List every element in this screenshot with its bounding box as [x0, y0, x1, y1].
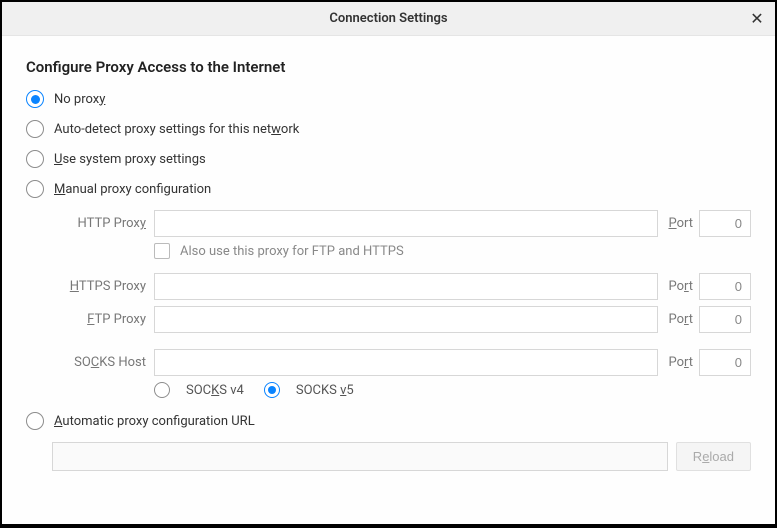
socks-v5-label: SOCKS v5 — [296, 383, 354, 398]
auto-detect-label: Auto-detect proxy settings for this netw… — [54, 122, 299, 137]
http-port-input[interactable] — [699, 210, 751, 237]
ftp-proxy-row: FTP Proxy Port — [52, 306, 751, 333]
http-proxy-label: HTTP Proxy — [52, 216, 154, 231]
auto-url-input-row: Reload — [52, 442, 751, 471]
https-port-label: Port — [668, 279, 693, 294]
https-proxy-row: HTTPS Proxy Port — [52, 273, 751, 300]
ftp-proxy-label: FTP Proxy — [52, 312, 154, 327]
also-use-proxy-label: Also use this proxy for FTP and HTTPS — [180, 244, 404, 259]
section-heading: Configure Proxy Access to the Internet — [26, 58, 751, 76]
window-title: Connection Settings — [329, 11, 447, 26]
socks-v4-label: SOCKS v4 — [186, 383, 244, 398]
close-button[interactable]: ✕ — [747, 9, 767, 29]
http-proxy-row: HTTP Proxy Port — [52, 210, 751, 237]
http-proxy-input[interactable] — [154, 210, 658, 237]
https-port-input[interactable] — [699, 273, 751, 300]
also-use-proxy-row[interactable]: Also use this proxy for FTP and HTTPS — [154, 243, 751, 259]
no-proxy-row[interactable]: No proxy — [26, 90, 751, 108]
https-proxy-label: HTTPS Proxy — [52, 279, 154, 294]
auto-config-url-input[interactable] — [52, 442, 668, 471]
manual-proxy-label: Manual proxy configuration — [54, 182, 211, 197]
titlebar: Connection Settings ✕ — [2, 2, 775, 36]
close-icon: ✕ — [750, 9, 763, 29]
socks-port-label: Port — [668, 355, 693, 370]
connection-settings-window: Connection Settings ✕ Configure Proxy Ac… — [2, 2, 775, 524]
system-proxy-radio[interactable] — [26, 150, 44, 168]
socks-port-input[interactable] — [699, 349, 751, 376]
socks-host-row: SOCKS Host Port — [52, 349, 751, 376]
auto-config-url-radio[interactable] — [26, 412, 44, 430]
system-proxy-label: Use system proxy settings — [54, 152, 206, 167]
also-use-proxy-checkbox[interactable] — [154, 243, 170, 259]
auto-detect-radio[interactable] — [26, 120, 44, 138]
manual-proxy-form: HTTP Proxy Port Also use this proxy for … — [52, 210, 751, 398]
manual-proxy-radio[interactable] — [26, 180, 44, 198]
socks-v4-radio[interactable] — [154, 382, 170, 398]
manual-proxy-row[interactable]: Manual proxy configuration — [26, 180, 751, 198]
https-proxy-input[interactable] — [154, 273, 658, 300]
http-port-label: Port — [668, 216, 693, 231]
no-proxy-label: No proxy — [54, 92, 105, 107]
ftp-proxy-input[interactable] — [154, 306, 658, 333]
system-proxy-row[interactable]: Use system proxy settings — [26, 150, 751, 168]
socks-version-row: SOCKS v4 SOCKS v5 — [154, 382, 751, 398]
ftp-port-input[interactable] — [699, 306, 751, 333]
ftp-port-label: Port — [668, 312, 693, 327]
auto-config-url-label: Automatic proxy configuration URL — [54, 414, 255, 429]
socks-v5-radio[interactable] — [264, 382, 280, 398]
reload-button[interactable]: Reload — [676, 442, 751, 471]
content-area: Configure Proxy Access to the Internet N… — [2, 36, 775, 524]
auto-detect-row[interactable]: Auto-detect proxy settings for this netw… — [26, 120, 751, 138]
socks-host-label: SOCKS Host — [52, 355, 154, 370]
no-proxy-radio[interactable] — [26, 90, 44, 108]
auto-config-url-row[interactable]: Automatic proxy configuration URL — [26, 412, 751, 430]
socks-host-input[interactable] — [154, 349, 658, 376]
